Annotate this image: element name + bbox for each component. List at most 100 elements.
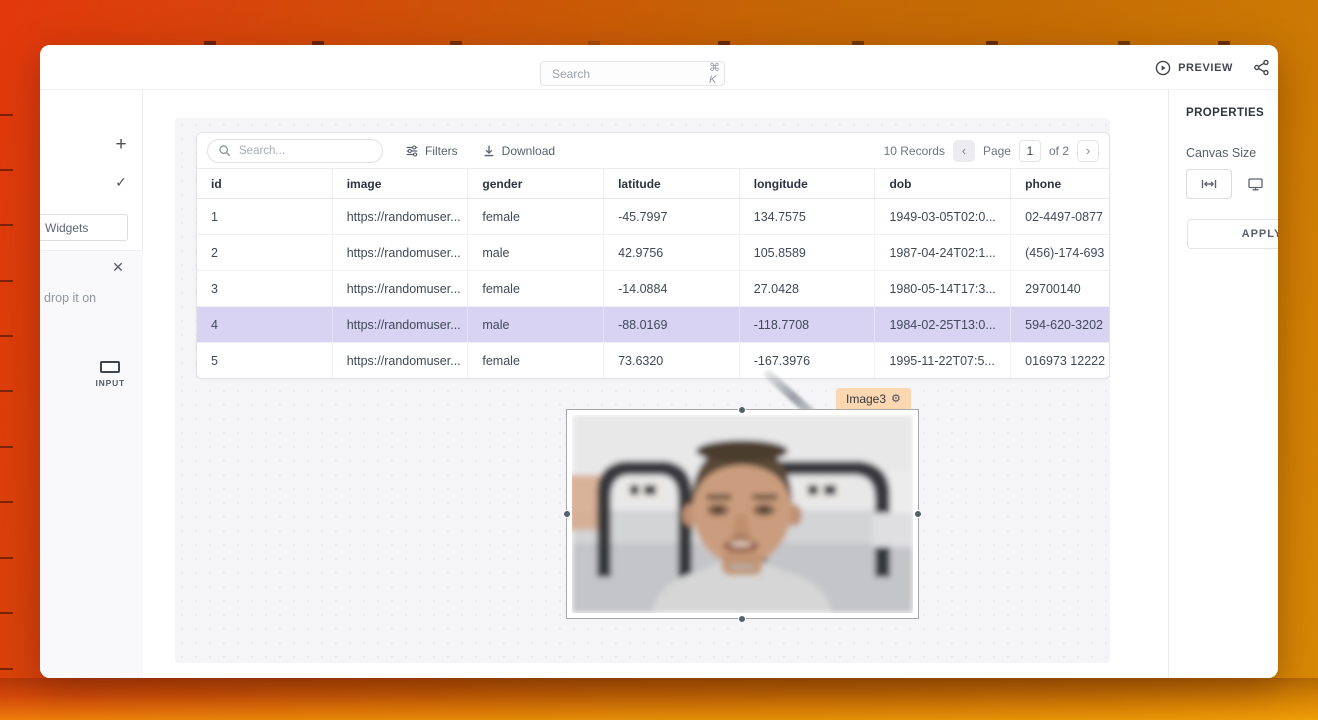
chevron-left-icon: ‹ <box>962 143 966 158</box>
table-cell[interactable]: female <box>468 199 604 234</box>
properties-panel: PROPERTIES Canvas Size <box>1168 90 1278 678</box>
table-cell[interactable]: https://randomuser... <box>333 235 469 270</box>
table-cell[interactable]: -118.7708 <box>740 307 876 342</box>
table-cell[interactable]: 1 <box>197 199 333 234</box>
table-cell[interactable]: 3 <box>197 271 333 306</box>
table-cell[interactable]: female <box>468 271 604 306</box>
widgets-search-input[interactable] <box>40 214 128 241</box>
table-row[interactable]: 1https://randomuser...female-45.7997134.… <box>197 199 1109 235</box>
check-icon[interactable]: ✓ <box>108 174 134 191</box>
resize-handle-left[interactable] <box>563 510 571 518</box>
desktop-background: ⌘ K PREVIEW <box>0 0 1318 720</box>
image-widget-label[interactable]: Image3 ⚙ <box>836 388 911 409</box>
table-cell[interactable]: 1949-03-05T02:0... <box>875 199 1011 234</box>
add-icon[interactable]: + <box>106 134 136 156</box>
page-of-label: of 2 <box>1049 144 1069 158</box>
resize-handle-top[interactable] <box>738 406 746 414</box>
drop-hint-text: drop it on <box>44 291 96 305</box>
preview-button[interactable]: PREVIEW <box>1155 60 1233 76</box>
image-widget[interactable] <box>566 409 919 619</box>
table-row[interactable]: 2https://randomuser...male42.9756105.858… <box>197 235 1109 271</box>
column-header-id[interactable]: id <box>197 169 333 198</box>
close-icon[interactable]: ✕ <box>106 259 130 276</box>
table-cell[interactable]: 27.0428 <box>740 271 876 306</box>
page-next-button[interactable]: › <box>1077 140 1099 162</box>
table-cell[interactable]: male <box>468 235 604 270</box>
table-cell[interactable]: 594-620-3202 <box>1011 307 1110 342</box>
global-search[interactable]: ⌘ K <box>540 61 725 86</box>
table-cell[interactable]: 1984-02-25T13:0... <box>875 307 1011 342</box>
share-icon[interactable] <box>1253 59 1270 76</box>
table-search[interactable] <box>207 139 383 163</box>
table-pagination: 10 Records ‹ Page 1 of 2 › <box>884 140 1099 162</box>
background-list-line <box>0 668 13 670</box>
resize-handle-right[interactable] <box>914 510 922 518</box>
table-cell[interactable]: https://randomuser... <box>333 343 469 378</box>
table-cell[interactable]: 2 <box>197 235 333 270</box>
download-button[interactable]: Download <box>482 144 555 158</box>
table-widget[interactable]: Filters Download 10 Records ‹ <box>196 132 1110 379</box>
desktop-size-option[interactable] <box>1232 169 1278 199</box>
topbar: ⌘ K PREVIEW <box>40 45 1278 90</box>
background-list-line <box>0 114 13 116</box>
table-cell[interactable]: (456)-174-693 <box>1011 235 1110 270</box>
table-cell[interactable]: -45.7997 <box>604 199 740 234</box>
page-label: Page <box>983 144 1011 158</box>
background-list-line <box>0 501 13 503</box>
table-cell[interactable]: 1980-05-14T17:3... <box>875 271 1011 306</box>
table-body: 1https://randomuser...female-45.7997134.… <box>197 199 1109 379</box>
column-header-dob[interactable]: dob <box>875 169 1011 198</box>
table-header-row: idimagegenderlatitudelongitudedobphone <box>197 169 1109 199</box>
table-search-input[interactable] <box>237 144 347 158</box>
table-toolbar: Filters Download 10 Records ‹ <box>197 133 1109 169</box>
resize-handle-bottom[interactable] <box>738 615 746 623</box>
app-canvas[interactable]: Filters Download 10 Records ‹ <box>175 118 1110 663</box>
table-row[interactable]: 4https://randomuser...male-88.0169-118.7… <box>197 307 1109 343</box>
table-row[interactable]: 5https://randomuser...female73.6320-167.… <box>197 343 1109 379</box>
table-cell[interactable]: 73.6320 <box>604 343 740 378</box>
apply-button[interactable]: APPLY <box>1187 219 1278 249</box>
background-list-line <box>0 390 13 392</box>
search-icon <box>218 144 231 157</box>
table-cell[interactable]: 1987-04-24T02:1... <box>875 235 1011 270</box>
table-cell[interactable]: https://randomuser... <box>333 271 469 306</box>
canvas-size-label: Canvas Size <box>1186 146 1256 160</box>
column-header-image[interactable]: image <box>333 169 469 198</box>
table-cell[interactable]: 134.7575 <box>740 199 876 234</box>
canvas-size-toggle <box>1186 169 1278 199</box>
table-cell[interactable]: female <box>468 343 604 378</box>
column-header-gender[interactable]: gender <box>468 169 604 198</box>
filters-label: Filters <box>425 144 458 158</box>
table-cell[interactable]: -88.0169 <box>604 307 740 342</box>
background-list-line <box>0 224 13 226</box>
gear-icon[interactable]: ⚙ <box>891 392 901 405</box>
custom-width-option[interactable] <box>1186 169 1232 199</box>
table-cell[interactable]: 02-4497-0877 <box>1011 199 1110 234</box>
table-cell[interactable]: -167.3976 <box>740 343 876 378</box>
download-icon <box>482 144 496 158</box>
background-list-line <box>0 280 13 282</box>
table-cell[interactable]: 105.8589 <box>740 235 876 270</box>
table-cell[interactable]: 5 <box>197 343 333 378</box>
page-number-input[interactable]: 1 <box>1019 140 1041 162</box>
table-cell[interactable]: https://randomuser... <box>333 307 469 342</box>
table-row[interactable]: 3https://randomuser...female-14.088427.0… <box>197 271 1109 307</box>
table-cell[interactable]: -14.0884 <box>604 271 740 306</box>
table-cell[interactable]: 4 <box>197 307 333 342</box>
background-list-line <box>0 446 13 448</box>
table-cell[interactable]: male <box>468 307 604 342</box>
records-count: 10 Records <box>884 144 945 158</box>
global-search-input[interactable] <box>550 66 709 82</box>
column-header-longitude[interactable]: longitude <box>740 169 876 198</box>
table-cell[interactable]: 42.9756 <box>604 235 740 270</box>
filters-button[interactable]: Filters <box>405 144 458 158</box>
table-cell[interactable]: 1995-11-22T07:5... <box>875 343 1011 378</box>
table-cell[interactable]: https://randomuser... <box>333 199 469 234</box>
table-cell[interactable]: 016973 12222 <box>1011 343 1110 378</box>
search-shortcut-hint: ⌘ K <box>709 61 720 86</box>
column-header-latitude[interactable]: latitude <box>604 169 740 198</box>
filters-icon <box>405 144 419 158</box>
page-prev-button[interactable]: ‹ <box>953 140 975 162</box>
table-cell[interactable]: 29700140 <box>1011 271 1110 306</box>
column-header-phone[interactable]: phone <box>1011 169 1110 198</box>
